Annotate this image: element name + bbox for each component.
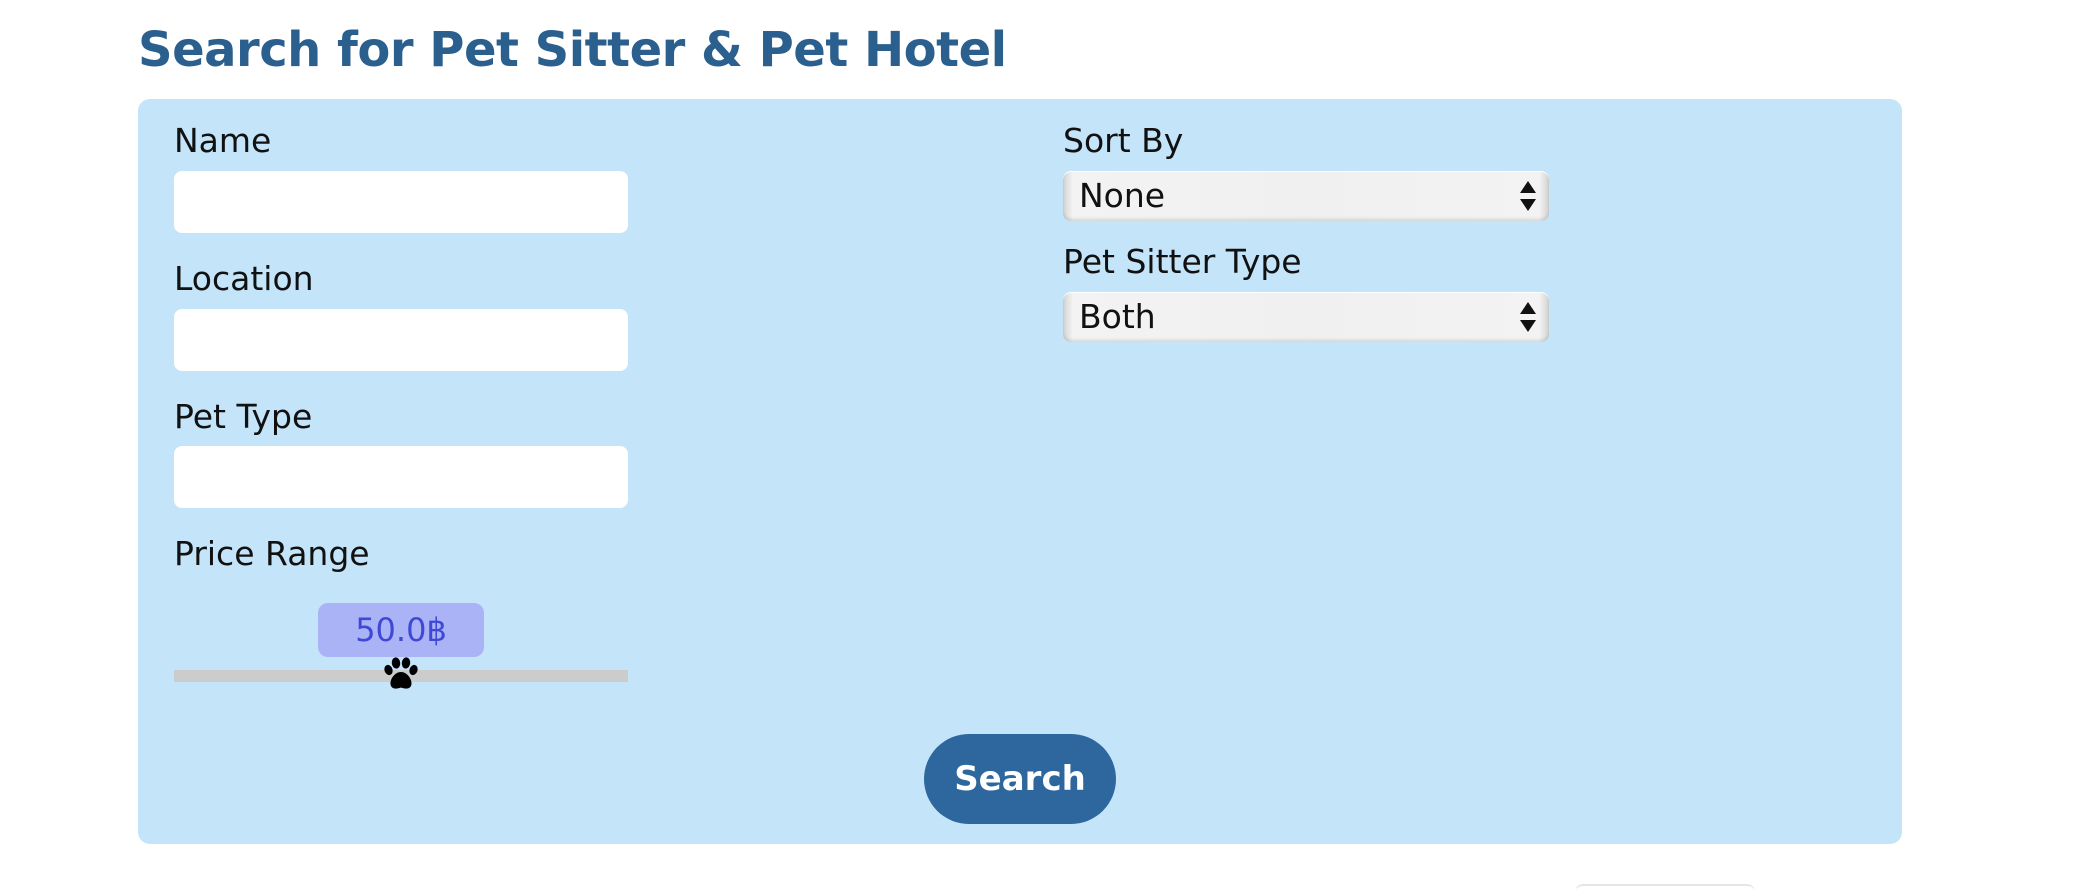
price-range-label: Price Range (174, 534, 370, 573)
pet-sitter-type-select[interactable]: Both (1063, 292, 1549, 342)
select-arrows-icon (1520, 181, 1536, 211)
search-panel: Name Location Pet Type Price Range 50.0฿… (138, 99, 1902, 844)
page: Search for Pet Sitter & Pet Hotel Name L… (0, 0, 2100, 890)
select-arrows-icon (1520, 302, 1536, 332)
price-value-bubble: 50.0฿ (318, 603, 484, 657)
name-input[interactable] (174, 171, 628, 233)
pet-sitter-type-selected-value: Both (1079, 297, 1156, 336)
location-input[interactable] (174, 309, 628, 371)
name-label: Name (174, 121, 272, 160)
pet-type-label: Pet Type (174, 397, 313, 436)
pet-sitter-type-label: Pet Sitter Type (1063, 242, 1302, 281)
search-button[interactable]: Search (924, 734, 1116, 824)
price-range-slider-thumb[interactable] (382, 656, 420, 692)
bottom-divider (1575, 884, 1755, 890)
pet-type-input[interactable] (174, 446, 628, 508)
sort-by-select[interactable]: None (1063, 171, 1549, 221)
sort-by-selected-value: None (1079, 176, 1166, 215)
sort-by-label: Sort By (1063, 121, 1184, 160)
location-label: Location (174, 259, 314, 298)
page-title: Search for Pet Sitter & Pet Hotel (138, 22, 1007, 78)
paw-icon (384, 657, 418, 689)
